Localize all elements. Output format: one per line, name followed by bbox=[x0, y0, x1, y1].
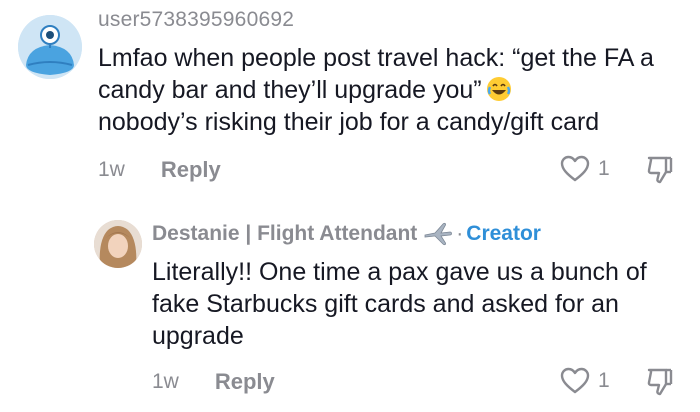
reply-button[interactable]: Reply bbox=[215, 369, 275, 395]
reply-meta: 1w Reply bbox=[152, 369, 275, 395]
creator-badge: Creator bbox=[466, 222, 541, 245]
like-button[interactable]: 1 bbox=[560, 155, 610, 183]
comment-timestamp: 1w bbox=[98, 158, 125, 181]
avatar-monster-icon bbox=[18, 15, 82, 79]
comment-username[interactable]: user5738395960692 bbox=[98, 8, 294, 32]
reply-button[interactable]: Reply bbox=[161, 157, 221, 183]
comment-meta: 1w Reply bbox=[98, 157, 221, 183]
comments-panel: user5738395960692 Lmfao when people post… bbox=[0, 0, 700, 412]
like-button[interactable]: 1 bbox=[560, 367, 610, 395]
heart-icon bbox=[560, 367, 590, 394]
airplane-icon bbox=[423, 222, 453, 246]
comment-text: Lmfao when people post travel hack: “get… bbox=[98, 42, 688, 138]
thumbs-down-icon bbox=[647, 368, 673, 396]
reply-username-row: Destanie | Flight Attendant · Creator bbox=[152, 222, 541, 246]
laughing-emoji-icon bbox=[486, 76, 512, 102]
reply-timestamp: 1w bbox=[152, 370, 179, 393]
like-count: 1 bbox=[598, 157, 610, 180]
like-count: 1 bbox=[598, 369, 610, 392]
dislike-button[interactable] bbox=[646, 367, 674, 402]
dislike-button[interactable] bbox=[646, 155, 674, 190]
profile-photo bbox=[94, 220, 142, 268]
thumbs-down-icon bbox=[647, 156, 673, 184]
avatar[interactable] bbox=[94, 220, 142, 268]
reply-text: Literally!! One time a pax gave us a bun… bbox=[152, 258, 647, 350]
separator-dot: · bbox=[456, 222, 464, 245]
comment-username[interactable]: Destanie | Flight Attendant bbox=[152, 222, 417, 246]
heart-icon bbox=[560, 155, 590, 182]
avatar[interactable] bbox=[18, 15, 82, 79]
comment-text-line3: nobody’s risking their job for a candy/g… bbox=[98, 108, 600, 136]
comment-text-body: Lmfao when people post travel hack: “get… bbox=[98, 44, 654, 104]
